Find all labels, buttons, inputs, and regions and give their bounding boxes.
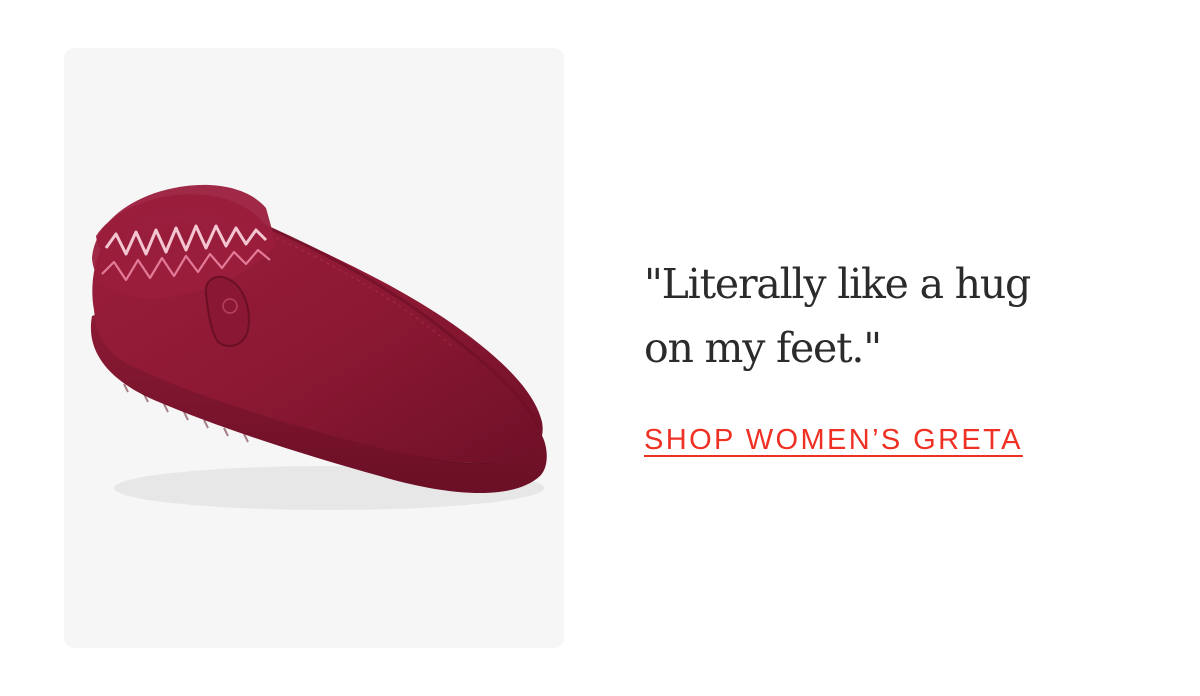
testimonial-line-1: "Literally like a hug [644,260,1031,308]
shop-womens-greta-link[interactable]: SHOP WOMEN’S GRETA [644,424,1023,457]
slipper-image[interactable] [64,48,564,648]
testimonial-line-2: on my feet." [644,324,882,372]
testimonial-quote: "Literally like a hug on my feet." [644,252,1144,380]
promo-section: "Literally like a hug on my feet." SHOP … [0,0,1200,696]
product-image-card[interactable] [64,48,564,648]
